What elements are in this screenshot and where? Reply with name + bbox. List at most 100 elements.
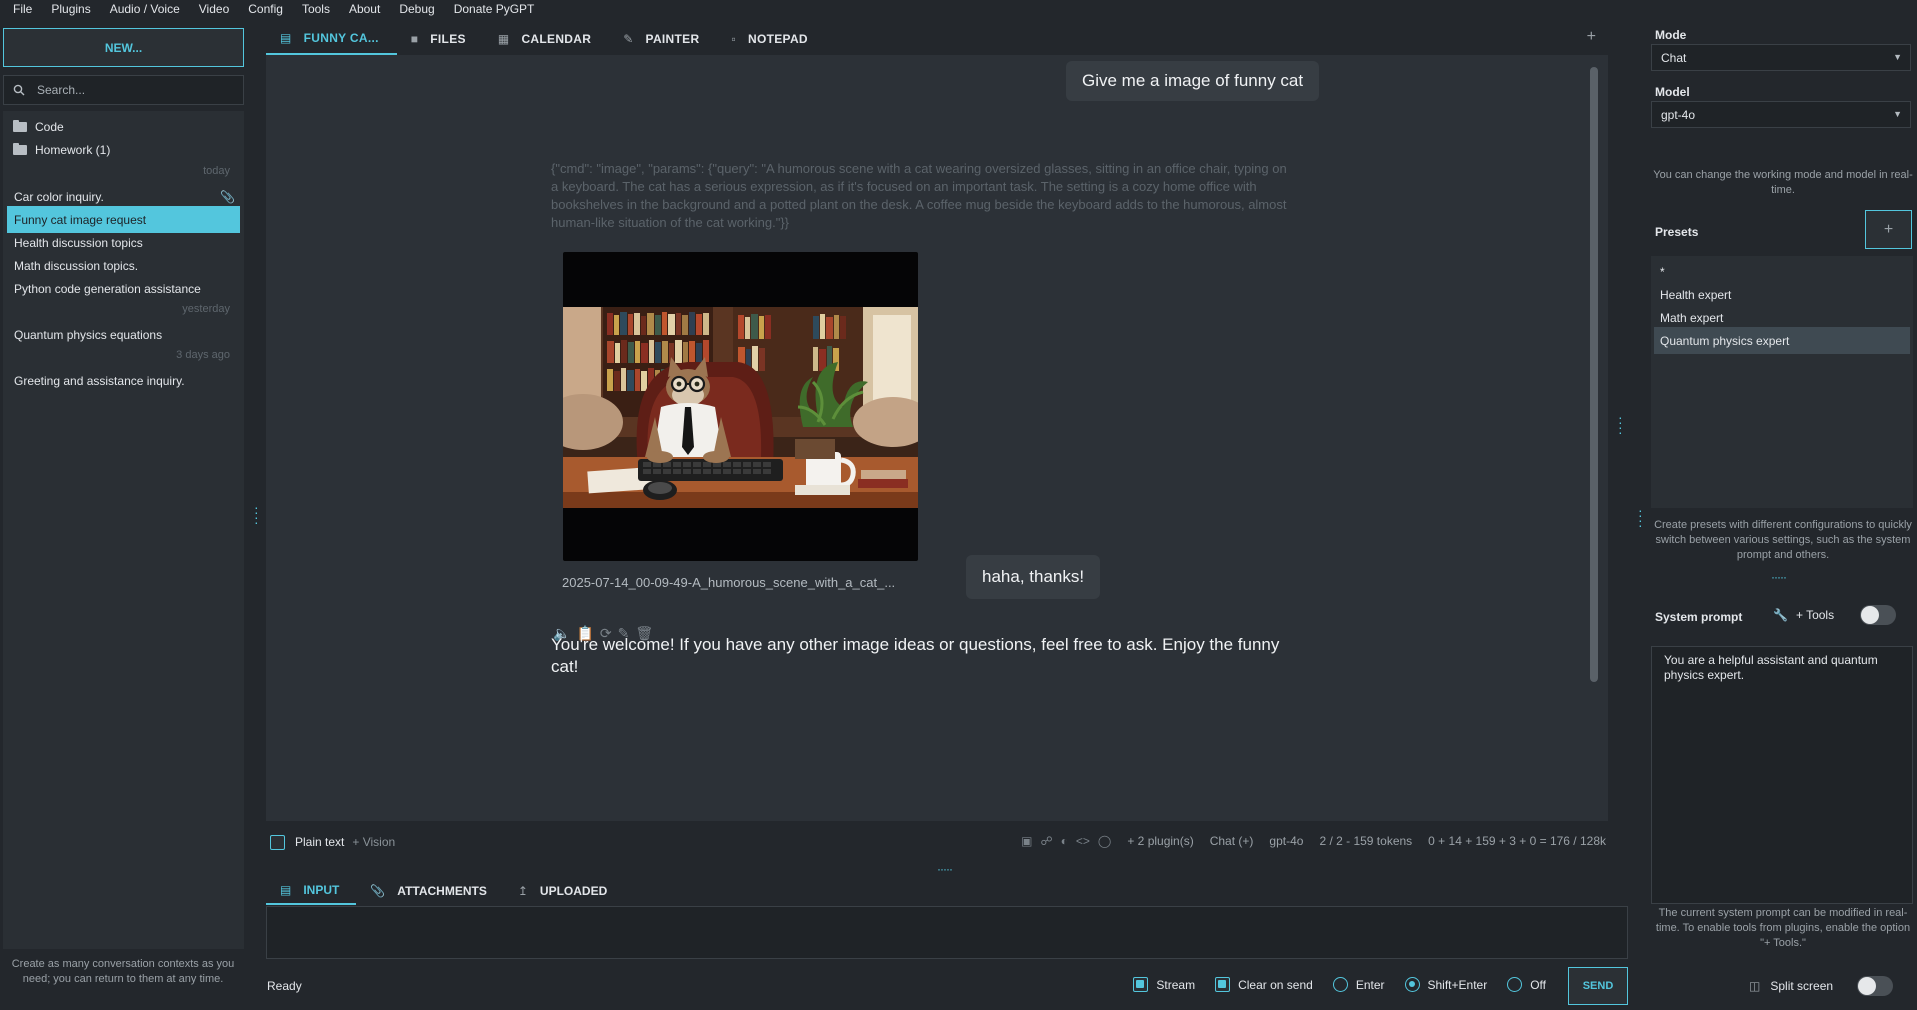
settings-panel: Mode Chat ▼ Model gpt-4o ▼ You can chang… [1651, 22, 1917, 1010]
tools-toggle[interactable] [1860, 605, 1897, 625]
menu-tools[interactable]: Tools [302, 2, 330, 16]
send-button[interactable]: SEND [1568, 967, 1628, 1005]
plugins-count: + 2 plugin(s) [1127, 834, 1194, 848]
wrench-icon: 🔧 [1773, 608, 1788, 622]
menu-config[interactable]: Config [248, 2, 283, 16]
folder-icon: ■ [410, 31, 419, 46]
input-icon: ▤ [280, 882, 292, 897]
model-select[interactable]: gpt-4o ▼ [1651, 101, 1911, 128]
clear-on-send-checkbox[interactable] [1215, 977, 1231, 992]
tab-calendar[interactable]: ▦ CALENDAR [484, 22, 609, 55]
menu-file[interactable]: File [13, 2, 32, 16]
settings-splitter-handle[interactable]: · · · · [1638, 503, 1643, 532]
input-splitter-handle[interactable]: ····· [937, 862, 953, 876]
camera-off-icon: ▣ [1021, 834, 1033, 848]
menu-plugins[interactable]: Plugins [51, 2, 90, 16]
vision-label: + Vision [352, 835, 396, 849]
context-item[interactable]: Python code generation assistance [7, 275, 240, 302]
add-preset-button[interactable]: + [1865, 210, 1912, 249]
system-prompt-hint: The current system prompt can be modifie… [1655, 907, 1911, 949]
generated-image[interactable] [563, 252, 918, 561]
preset-item-active[interactable]: Quantum physics expert [1654, 327, 1910, 354]
split-screen-toggle[interactable] [1857, 976, 1894, 996]
tab-attachments[interactable]: 📎 ATTACHMENTS [356, 876, 504, 905]
menu-video[interactable]: Video [199, 2, 229, 16]
stream-checkbox[interactable] [1133, 977, 1149, 992]
chat-status-strip: Plain text + Vision ▣ ☍ ◐ <> ◯ + 2 plugi… [266, 825, 1608, 859]
upload-icon: ↥ [517, 883, 528, 898]
status-text: Ready [267, 979, 302, 993]
menu-about[interactable]: About [349, 2, 380, 16]
system-prompt-input[interactable]: You are a helpful assistant and quantum … [1651, 646, 1913, 904]
right-splitter-handle[interactable]: · · · · [1618, 410, 1623, 439]
status-icons: ▣ ☍ ◐ <> ◯ [1021, 834, 1111, 848]
tab-files[interactable]: ■ FILES [397, 22, 484, 55]
tools-label: + Tools [1795, 608, 1835, 622]
left-splitter-handle[interactable]: · · · · [254, 500, 259, 529]
user-message: Give me a image of funny cat [1066, 61, 1320, 101]
search-input[interactable] [37, 83, 227, 97]
menu-audio-voice[interactable]: Audio / Voice [110, 2, 180, 16]
off-radio[interactable] [1507, 977, 1523, 992]
mode-label: Mode [1655, 28, 1687, 42]
context-label: Quantum physics equations [14, 327, 163, 342]
off-label: Off [1530, 977, 1546, 992]
context-label: Car color inquiry. [14, 189, 104, 204]
chat-icon: ▤ [280, 30, 292, 45]
eye-off-icon: ◐ [1060, 834, 1068, 848]
tab-label: ATTACHMENTS [397, 883, 487, 898]
context-tokens: 2 / 2 - 159 tokens [1319, 834, 1413, 848]
tab-painter[interactable]: ✎ PAINTER [609, 22, 717, 55]
split-screen-label: Split screen [1770, 979, 1834, 993]
tab-notepad[interactable]: ▫ NOTEPAD [717, 22, 825, 55]
new-context-button[interactable]: NEW... [3, 28, 244, 67]
enter-radio[interactable] [1332, 977, 1348, 992]
context-item[interactable]: Quantum physics equations [7, 321, 240, 348]
input-tabs: ▤ INPUT 📎 ATTACHMENTS ↥ UPLOADED [266, 876, 624, 905]
image-filename[interactable]: 2025-07-14_00-09-49-A_humorous_scene_wit… [562, 575, 895, 590]
presets-list: * Health expert Math expert Quantum phys… [1651, 256, 1913, 508]
paperclip-icon: 📎 [220, 189, 235, 204]
token-total: 0 + 14 + 159 + 3 + 0 = 176 / 128k [1428, 834, 1606, 848]
system-prompt-label: System prompt [1655, 610, 1743, 624]
bottom-bar: Ready Stream Clear on send Enter Shift+E… [266, 966, 1628, 1006]
clear-on-send-label: Clear on send [1238, 977, 1313, 992]
mic-off-icon: ☍ [1040, 834, 1053, 848]
tab-input[interactable]: ▤ INPUT [266, 876, 357, 905]
folder-homework[interactable]: Homework (1) [13, 140, 110, 160]
shift-enter-radio[interactable] [1404, 977, 1420, 992]
tab-uploaded[interactable]: ↥ UPLOADED [504, 876, 624, 905]
tab-chat[interactable]: ▤ FUNNY CA... [266, 22, 397, 55]
database-icon: ◯ [1097, 834, 1112, 848]
search-icon [13, 84, 25, 96]
tab-label: CALENDAR [521, 31, 592, 46]
split-screen-option: ◫ Split screen [1749, 976, 1894, 996]
tab-label: INPUT [303, 882, 340, 897]
message-input[interactable] [267, 907, 1627, 958]
main-tabs: ▤ FUNNY CA... ■ FILES ▦ CALENDAR ✎ PAINT… [266, 22, 1608, 55]
menu-donate[interactable]: Donate PyGPT [454, 2, 535, 16]
plain-text-label: Plain text [295, 835, 345, 849]
tab-label: NOTEPAD [748, 31, 808, 46]
menu-debug[interactable]: Debug [399, 2, 434, 16]
shift-enter-label: Shift+Enter [1427, 977, 1488, 992]
menu-bar: File Plugins Audio / Voice Video Config … [0, 0, 1917, 18]
folder-code[interactable]: Code [13, 117, 64, 137]
context-label: Math discussion topics. [14, 258, 139, 273]
mode-select[interactable]: Chat ▼ [1651, 44, 1911, 71]
command-text: {"cmd": "image", "params": {"query": "A … [551, 161, 1287, 230]
presets-splitter-handle[interactable]: ····· [1771, 570, 1787, 584]
chat-scrollbar[interactable] [1590, 67, 1598, 682]
cat-image [563, 307, 918, 508]
add-tab-button[interactable]: + [1587, 28, 1596, 46]
plain-text-checkbox[interactable] [270, 834, 285, 850]
model-label: Model [1655, 85, 1690, 99]
code-icon: <> [1075, 834, 1090, 848]
context-label: Health discussion topics [14, 235, 143, 250]
token-info: ▣ ☍ ◐ <> ◯ + 2 plugin(s) Chat (+) gpt-4o… [1021, 834, 1606, 848]
notepad-icon: ▫ [731, 31, 736, 46]
context-item[interactable]: Greeting and assistance inquiry. [7, 367, 240, 394]
chevron-down-icon: ▼ [1893, 109, 1902, 119]
chevron-down-icon: ▼ [1893, 52, 1902, 62]
calendar-icon: ▦ [497, 31, 510, 46]
